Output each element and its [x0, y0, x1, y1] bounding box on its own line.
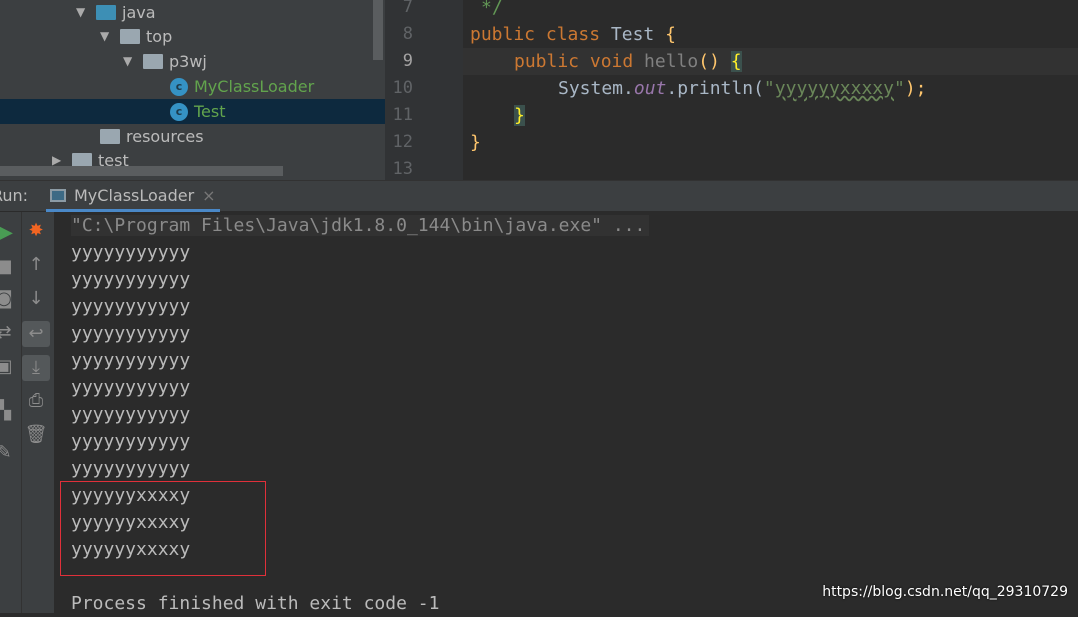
close-icon[interactable]: ×	[202, 186, 215, 205]
line-number: 8	[402, 24, 413, 44]
down-arrow-icon[interactable]: ↓	[22, 288, 50, 309]
run-toolbar: ▶ ■ ◙ ⇄ ▣ ▚ ✎	[0, 212, 22, 613]
package-icon	[120, 29, 140, 44]
quote: "	[893, 78, 905, 99]
tab-label: MyClassLoader	[74, 186, 195, 205]
console-line: yyyyyyyyyyy	[71, 458, 191, 479]
code-line-11: }	[514, 102, 525, 129]
tree-item-test[interactable]: c Test	[170, 99, 226, 124]
method-name: hello	[644, 51, 699, 72]
trash-icon[interactable]: 🗑	[22, 424, 50, 445]
quote: "	[763, 78, 775, 99]
field: out	[633, 78, 667, 99]
code-line-8: public class Test {	[470, 21, 676, 48]
keyword: public void	[514, 51, 645, 72]
tree-label: p3wj	[169, 52, 207, 71]
class-icon: c	[170, 102, 188, 121]
debug-icon[interactable]: ✸	[22, 220, 50, 241]
run-tab-myclassloader[interactable]: MyClassLoader ×	[46, 182, 220, 212]
tree-item-p3wj[interactable]: ▼ p3wj	[123, 49, 207, 74]
code-text: .println(	[666, 78, 764, 99]
console-line: "C:\Program Files\Java\jdk1.8.0_144\bin\…	[71, 212, 650, 239]
stop-icon[interactable]: ■	[0, 256, 18, 277]
brace: }	[514, 105, 525, 126]
console-line: yyyyyyyyyyy	[71, 242, 191, 263]
line-number: 12	[392, 132, 413, 152]
folder-icon	[96, 5, 116, 20]
tree-label: top	[146, 27, 173, 46]
console-line: yyyyyyyyyyy	[71, 404, 191, 425]
expand-arrow-icon[interactable]: ▼	[123, 49, 137, 74]
restore-layout-icon[interactable]: ⇄	[0, 322, 18, 343]
resources-folder-icon	[100, 129, 120, 144]
console-line: yyyyyyyyyyy	[71, 323, 191, 344]
code-text: );	[904, 78, 927, 99]
soft-wrap-icon[interactable]: ↩	[22, 321, 50, 347]
up-arrow-icon[interactable]: ↑	[22, 254, 50, 275]
console-line: yyyyyyyyyyy	[71, 431, 191, 452]
console-line: yyyyyyyyyyy	[71, 350, 191, 371]
tree-item-java[interactable]: ▼ java	[76, 0, 156, 25]
line-number: 10	[392, 78, 413, 98]
pin-icon[interactable]: ✎	[0, 442, 18, 463]
line-number: 11	[392, 105, 413, 125]
console-line: yyyyyyyyyyy	[71, 269, 191, 290]
code-line-12: }	[470, 132, 481, 153]
code-line-7: */	[481, 0, 503, 18]
expand-arrow-icon[interactable]: ▼	[100, 24, 114, 49]
tree-label: Test	[194, 102, 226, 121]
scroll-to-end-icon[interactable]: ⤓	[22, 355, 50, 381]
line-number: 9	[402, 51, 413, 71]
tree-item-resources[interactable]: resources	[100, 124, 204, 149]
expand-arrow-icon[interactable]: ▼	[76, 0, 90, 25]
parens: ()	[698, 51, 720, 72]
console-toolbar: ✸ ↑ ↓ ↩ ⤓ ⎙ 🗑	[22, 212, 55, 613]
console-icon	[50, 189, 66, 202]
print-icon[interactable]: ⎙	[22, 390, 50, 411]
runnable-class-icon: c	[170, 77, 188, 96]
exit-icon[interactable]: ▣	[0, 356, 18, 377]
package-icon	[143, 54, 163, 69]
snapshot-icon[interactable]: ◙	[0, 288, 18, 309]
rerun-icon[interactable]: ▶	[0, 222, 20, 243]
tree-label: MyClassLoader	[194, 77, 315, 96]
console-line: yyyyyyyyyyy	[71, 296, 191, 317]
string-literal: yyyyyyxxxxy	[774, 78, 894, 99]
keyword: public class	[470, 24, 611, 45]
tree-item-myclassloader[interactable]: c MyClassLoader	[170, 74, 314, 99]
run-label: Run:	[0, 186, 29, 205]
watermark: https://blog.csdn.net/qq_29310729	[822, 584, 1068, 600]
project-tree: ▼ java ▼ top ▼ p3wj c MyClassLoader c Test re…	[0, 0, 385, 180]
horizontal-scrollbar[interactable]	[0, 166, 283, 176]
highlight-box	[60, 481, 266, 576]
brace: {	[665, 24, 676, 45]
code-line-10: System.out.println("yyyyyyxxxxy");	[558, 75, 927, 102]
code-text: System.	[558, 78, 634, 99]
tree-item-top[interactable]: ▼ top	[100, 24, 172, 49]
layout-icon[interactable]: ▚	[0, 400, 18, 421]
line-number: 13	[392, 159, 413, 179]
brace: {	[730, 51, 742, 72]
tree-label: java	[122, 3, 156, 22]
tree-label: resources	[126, 127, 204, 146]
console-line: yyyyyyyyyyy	[71, 377, 191, 398]
vertical-scrollbar[interactable]	[373, 0, 383, 60]
class-name: Test	[610, 24, 666, 45]
line-number: 7	[402, 0, 413, 17]
code-line-9: public void hello() {	[514, 48, 742, 75]
command-line: "C:\Program Files\Java\jdk1.8.0_144\bin\…	[71, 215, 650, 236]
